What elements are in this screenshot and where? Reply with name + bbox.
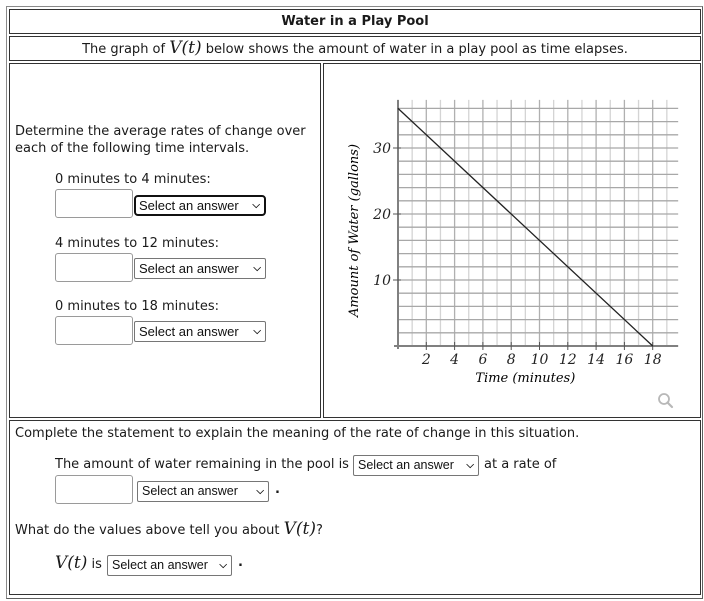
- problem-title: Water in a Play Pool: [9, 9, 701, 34]
- water-graph: 2 4 6 8 10 12 14 16 18 10 20 30 Time (minutes) Amou…: [347, 99, 679, 409]
- statement-suffix: at a rate of: [484, 457, 557, 472]
- x-tick-label: 6: [478, 352, 487, 368]
- rates-panel: Determine the average rates of change ov…: [9, 63, 321, 418]
- select-value: Select an answer: [358, 458, 454, 472]
- interval-label-0-18: 0 minutes to 18 minutes:: [55, 299, 220, 314]
- instructions-line2: each of the following time intervals.: [15, 141, 250, 156]
- select-value: Select an answer: [112, 558, 208, 572]
- chevron-down-icon: ⌵: [253, 263, 261, 274]
- y-axis-label: Amount of Water (gallons): [347, 144, 362, 318]
- chevron-down-icon: ⌵: [466, 460, 474, 471]
- select-value: Select an answer: [139, 261, 239, 276]
- answer-function: V(t): [55, 553, 88, 573]
- interval-label-0-4: 0 minutes to 4 minutes:: [55, 172, 211, 187]
- problem-description: The graph of V(t) below shows the amount…: [9, 36, 701, 61]
- function-behavior-select[interactable]: Select an answer ⌵: [107, 555, 232, 576]
- x-axis-label: Time (minutes): [475, 371, 575, 386]
- select-value: Select an answer: [139, 324, 239, 339]
- interpretation-prompt: Complete the statement to explain the me…: [15, 426, 580, 441]
- x-tick-label: 14: [587, 352, 605, 368]
- direction-select[interactable]: Select an answer ⌵: [353, 455, 479, 476]
- question-prefix: What do the values above tell you about: [15, 523, 284, 538]
- x-tick-label: 16: [615, 352, 633, 368]
- y-tick-label: 10: [373, 273, 391, 289]
- rate-input-0-18[interactable]: [55, 316, 133, 345]
- desc-function: V(t): [169, 38, 202, 58]
- graph-panel: 2 4 6 8 10 12 14 16 18 10 20 30 Time (minutes) Amou…: [323, 63, 701, 418]
- interpretation-panel: Complete the statement to explain the me…: [9, 420, 701, 595]
- x-tick-label: 10: [531, 352, 549, 368]
- statement-period: .: [275, 482, 280, 497]
- units-select-0-18[interactable]: Select an answer ⌵: [134, 321, 266, 342]
- answer-period: .: [238, 555, 243, 570]
- axes: [394, 99, 679, 349]
- desc-prefix: The graph of: [82, 42, 170, 57]
- magnifier-icon[interactable]: [658, 393, 674, 409]
- chevron-down-icon: ⌵: [252, 200, 260, 211]
- interval-label-4-12: 4 minutes to 12 minutes:: [55, 236, 220, 251]
- x-tick-label: 8: [507, 352, 516, 368]
- rate-input-0-4[interactable]: [55, 189, 133, 218]
- desc-suffix: below shows the amount of water in a pla…: [201, 42, 628, 57]
- x-tick-label: 4: [449, 352, 459, 368]
- y-tick-label: 30: [373, 141, 391, 157]
- x-tick-label: 12: [559, 352, 577, 368]
- question-function: V(t): [283, 519, 316, 539]
- select-value: Select an answer: [139, 198, 239, 213]
- units-select-4-12[interactable]: Select an answer ⌵: [134, 258, 266, 279]
- rate-input-interpretation[interactable]: [55, 475, 133, 504]
- x-tick-label: 18: [644, 352, 662, 368]
- statement-prefix: The amount of water remaining in the poo…: [55, 457, 349, 472]
- select-value: Select an answer: [142, 484, 238, 498]
- question-line: What do the values above tell you about …: [15, 519, 323, 539]
- grid: [398, 99, 679, 346]
- chevron-down-icon: ⌵: [219, 560, 227, 571]
- question-suffix: ?: [316, 523, 323, 538]
- rate-input-4-12[interactable]: [55, 253, 133, 282]
- units-select-0-4[interactable]: Select an answer ⌵: [134, 195, 266, 216]
- answer-is: is: [91, 557, 102, 572]
- rate-units-select[interactable]: Select an answer ⌵: [137, 481, 269, 502]
- answer-line: V(t) is: [55, 553, 102, 573]
- x-tick-label: 2: [421, 352, 431, 368]
- instructions-line1: Determine the average rates of change ov…: [15, 124, 306, 139]
- y-tick-label: 20: [372, 207, 391, 223]
- chevron-down-icon: ⌵: [256, 486, 264, 497]
- chevron-down-icon: ⌵: [253, 326, 261, 337]
